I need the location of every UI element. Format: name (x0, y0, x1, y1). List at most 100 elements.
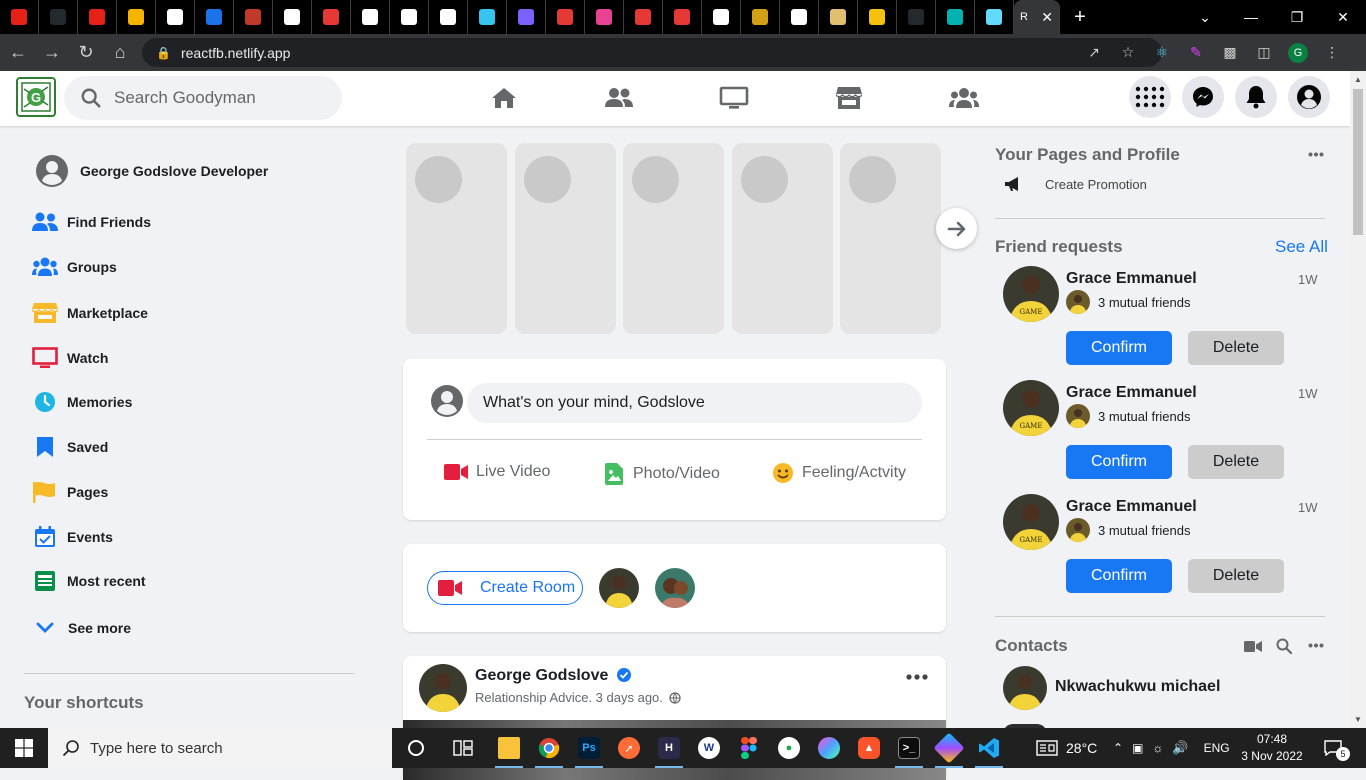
browser-tab[interactable] (819, 0, 858, 34)
home-button[interactable]: ⌂ (104, 37, 136, 69)
friend-request-avatar[interactable]: GAME (1003, 266, 1059, 322)
share-icon[interactable]: ↗ (1084, 43, 1104, 63)
story-card[interactable] (515, 143, 616, 334)
messenger-button[interactable] (1182, 76, 1224, 118)
wifi-icon[interactable]: ☼ (1152, 741, 1163, 755)
taskbar-app-word[interactable]: W (689, 728, 729, 768)
minimize-button[interactable]: — (1228, 9, 1274, 25)
story-card[interactable] (840, 143, 941, 334)
scrollbar-thumb[interactable] (1353, 89, 1363, 235)
room-avatar[interactable] (599, 568, 639, 608)
room-avatar[interactable] (655, 568, 695, 608)
friend-request-name[interactable]: Grace Emmanuel (1066, 270, 1197, 288)
sidebar-item-events[interactable]: Events (32, 526, 113, 548)
sidebar-item-pages[interactable]: Pages (32, 481, 108, 503)
account-button[interactable] (1288, 76, 1330, 118)
nav-groups[interactable] (934, 83, 994, 113)
sidebar-item-most-recent[interactable]: Most recent (32, 570, 146, 592)
weather-widget[interactable]: 28°C (1036, 728, 1097, 768)
new-tab-button[interactable]: + (1060, 6, 1100, 29)
react-devtools-icon[interactable]: ⚛ (1152, 43, 1172, 63)
confirm-button[interactable]: Confirm (1066, 559, 1172, 593)
color-picker-icon[interactable]: ✎ (1186, 43, 1206, 63)
taskbar-app-postman[interactable]: ➚ (609, 728, 649, 768)
taskbar-app-terminal[interactable]: >_ (889, 728, 929, 768)
live-video-button[interactable]: Live Video (444, 463, 550, 481)
browser-tab[interactable] (195, 0, 234, 34)
taskbar-app-browser-gradient[interactable] (809, 728, 849, 768)
notifications-button[interactable] (1235, 76, 1277, 118)
browser-tab[interactable] (936, 0, 975, 34)
story-card[interactable] (732, 143, 833, 334)
browser-tab[interactable] (390, 0, 429, 34)
video-camera-icon[interactable] (1244, 640, 1262, 653)
post-options-button[interactable] (906, 674, 928, 680)
sidebar-item-marketplace[interactable]: Marketplace (32, 302, 148, 324)
browser-tab[interactable] (663, 0, 702, 34)
create-room-button[interactable]: Create Room (427, 571, 583, 605)
taskbar-app-vscode[interactable] (969, 728, 1009, 768)
more-dots-icon[interactable] (1308, 643, 1324, 648)
browser-tab[interactable] (39, 0, 78, 34)
side-panel-icon[interactable]: ◫ (1254, 43, 1274, 63)
profile-link[interactable]: George Godslove Developer (36, 155, 268, 187)
notification-center-button[interactable]: 5 (1322, 739, 1350, 761)
site-logo[interactable]: G (16, 77, 56, 117)
back-button[interactable]: ← (2, 37, 34, 69)
create-promotion-link[interactable]: Create Promotion (1004, 176, 1147, 192)
friend-request-avatar[interactable]: GAME (1003, 380, 1059, 436)
active-browser-tab[interactable]: R ✕ (1014, 0, 1060, 34)
story-card[interactable] (623, 143, 724, 334)
whats-on-your-mind-input[interactable]: What's on your mind, Godslove (467, 383, 922, 423)
network-icon[interactable]: ▣ (1132, 741, 1143, 755)
profile-avatar[interactable]: G (1288, 42, 1308, 63)
browser-tab[interactable] (780, 0, 819, 34)
browser-tab[interactable] (351, 0, 390, 34)
sidebar-item-watch[interactable]: Watch (32, 347, 108, 369)
sidebar-item-groups[interactable]: Groups (32, 257, 117, 277)
language-indicator[interactable]: ENG (1204, 741, 1230, 755)
extensions-icon[interactable]: ▩ (1220, 43, 1240, 63)
browser-tab[interactable] (975, 0, 1014, 34)
tab-search-icon[interactable]: ⌄ (1182, 9, 1228, 26)
forward-button[interactable]: → (36, 37, 68, 69)
taskbar-app-chrome[interactable] (529, 728, 569, 768)
browser-tab[interactable] (897, 0, 936, 34)
volume-icon[interactable]: 🔊 (1172, 740, 1188, 756)
nav-home[interactable] (474, 83, 534, 113)
search-icon[interactable] (1276, 638, 1292, 654)
browser-tab[interactable] (546, 0, 585, 34)
browser-tab[interactable] (273, 0, 312, 34)
taskbar-app-vim[interactable]: H (649, 728, 689, 768)
reload-button[interactable]: ↻ (70, 37, 102, 69)
sidebar-item-memories[interactable]: Memories (32, 391, 132, 413)
scroll-up-arrow[interactable]: ▲ (1354, 75, 1362, 84)
browser-tab[interactable] (468, 0, 507, 34)
delete-button[interactable]: Delete (1188, 331, 1284, 365)
friend-request-avatar[interactable]: GAME (1003, 494, 1059, 550)
scroll-down-arrow[interactable]: ▼ (1354, 715, 1362, 724)
confirm-button[interactable]: Confirm (1066, 445, 1172, 479)
browser-tab[interactable] (585, 0, 624, 34)
browser-tab[interactable] (507, 0, 546, 34)
address-bar[interactable]: 🔒 reactfb.netlify.app (142, 38, 1162, 67)
feeling-activity-button[interactable]: Feeling/Actvity (773, 463, 906, 483)
nav-friends[interactable] (589, 83, 649, 113)
taskbar-search[interactable] (48, 728, 392, 768)
post-author-name[interactable]: George Godslove (475, 667, 631, 685)
browser-tab[interactable] (429, 0, 468, 34)
browser-tab[interactable] (702, 0, 741, 34)
page-scrollbar[interactable]: ▲ ▼ (1350, 71, 1366, 728)
nav-watch[interactable] (704, 83, 764, 113)
close-window-button[interactable]: ✕ (1320, 9, 1366, 26)
browser-tab[interactable] (117, 0, 156, 34)
bookmark-star-icon[interactable]: ☆ (1118, 43, 1138, 63)
chevron-up-icon[interactable]: ⌃ (1113, 741, 1123, 755)
browser-tab[interactable] (312, 0, 351, 34)
post-author-avatar[interactable] (419, 664, 467, 712)
confirm-button[interactable]: Confirm (1066, 331, 1172, 365)
friend-request-name[interactable]: Grace Emmanuel (1066, 498, 1197, 516)
browser-tab[interactable] (234, 0, 273, 34)
contact-name[interactable]: Nkwachukwu michael (1055, 678, 1220, 696)
see-all-link[interactable]: See All (1275, 237, 1328, 257)
